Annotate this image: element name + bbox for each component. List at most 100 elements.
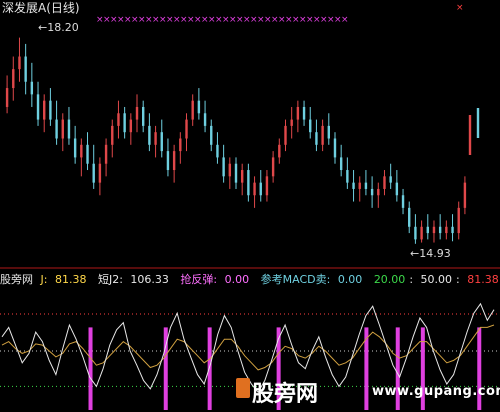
candle-body [172,151,176,171]
indicator-header: 股旁网 J: 81.38 短J2: 106.33 抢反弹: 0.00 参考MAC… [0,273,499,286]
candle-body [55,119,58,139]
candle-body [383,176,386,189]
j-label: J: 81.38 [40,273,87,286]
candle-body [339,157,343,171]
candle-body [290,119,293,126]
candle-body [451,226,454,234]
candle-body [18,56,21,70]
candle-body [438,226,442,234]
candle-body [30,81,34,95]
candle-body [358,182,361,189]
candle-body [123,113,126,133]
qfd-signal-bar [88,327,93,410]
indicator-line-orange [1,324,495,371]
chart-title: 深发展A(日线) [2,1,80,15]
candle-body [111,125,114,145]
high-value: 18.20 [47,21,79,34]
candle-body [327,125,330,139]
ref-value-2: 50.00 [420,273,453,286]
candle-body [284,125,287,145]
candle-body [73,138,77,158]
candle-body [191,100,194,120]
candle-body [98,163,102,183]
candle-body [185,119,188,139]
candle-body [315,132,318,145]
candle-body [222,157,225,177]
arrow-left-icon: ← [38,21,48,34]
candle-body [278,144,281,158]
candle-body [104,144,108,164]
indicator-name[interactable]: 股旁网 [0,273,33,286]
candle-body [197,100,201,114]
candle-body [432,226,436,234]
candle-body [476,108,480,138]
candle-body [302,106,306,120]
price-low-label: ←14.93 [410,247,451,260]
candle-body [67,119,71,139]
candle-body [420,226,423,240]
signal-marker: × [456,3,464,13]
candle-body [333,138,337,158]
candle-body [142,106,145,126]
j2-label: 短J2: 106.33 [97,273,169,286]
candle-body [234,163,238,183]
candle-body [86,144,89,164]
watermark-logo-icon [236,378,250,398]
low-value: 14.93 [419,247,451,260]
ref-value-1: 20.00 [373,273,406,286]
candle-body [414,226,417,240]
candle-body [92,163,95,183]
candle-body [240,170,244,183]
candle-body [364,182,368,189]
candle-body [408,207,411,227]
candle-body [154,132,157,145]
candle-body [61,119,64,139]
kline-chart-window[interactable]: × × × × × × × × × × × × × × × × × × × × × × × × × × × × × × × × × × × × × 深发… [0,0,500,412]
candle-body [216,144,219,158]
watermark-text: 股旁网 [252,382,319,407]
qfd-signal-bar [207,327,212,410]
candle-body [265,176,269,196]
candle-body [12,69,15,89]
candle-body [24,56,27,82]
candle-body [135,106,139,120]
candle-body [36,94,40,120]
candle-body [5,88,9,107]
candle-body [80,144,83,158]
candle-body [247,170,250,196]
candle-body [352,182,355,189]
price-high-label: ←18.20 [38,21,79,34]
candle-body [129,119,133,133]
candle-body [179,138,182,152]
signal-marker: × [341,15,349,25]
candle-body [210,125,213,145]
candle-body [370,188,374,196]
candle-body [401,195,405,208]
qfd-label: 抢反弹: 0.00 [180,273,250,286]
candle-body [259,182,262,196]
macd-label: 参考MACD卖: 0.00 [260,273,363,286]
candle-body [377,188,380,196]
candle-body [160,132,163,152]
candle-body [117,113,120,126]
candle-body [426,226,429,234]
candle-body [389,176,392,183]
candle-body [463,182,467,208]
ref-value-3: 81.38 [467,273,499,286]
watermark-url: www.gupang.com [372,384,500,399]
candle-body [228,163,232,177]
candle-body [321,125,324,145]
arrow-left-icon: ← [410,247,420,260]
candle-body [166,151,170,171]
chart-canvas[interactable]: × × × × × × × × × × × × × × × × × × × × × × × × × × × × × × × × × × × ×× [0,0,500,412]
candle-body [49,100,52,120]
candle-body [296,106,300,120]
candle-body [253,182,256,196]
candle-body [309,119,312,133]
candle-body [457,207,460,234]
candle-body [203,113,207,126]
candle-body [43,100,46,120]
candle-body [346,170,349,183]
candle-body [468,115,472,155]
candle-body [395,182,399,196]
